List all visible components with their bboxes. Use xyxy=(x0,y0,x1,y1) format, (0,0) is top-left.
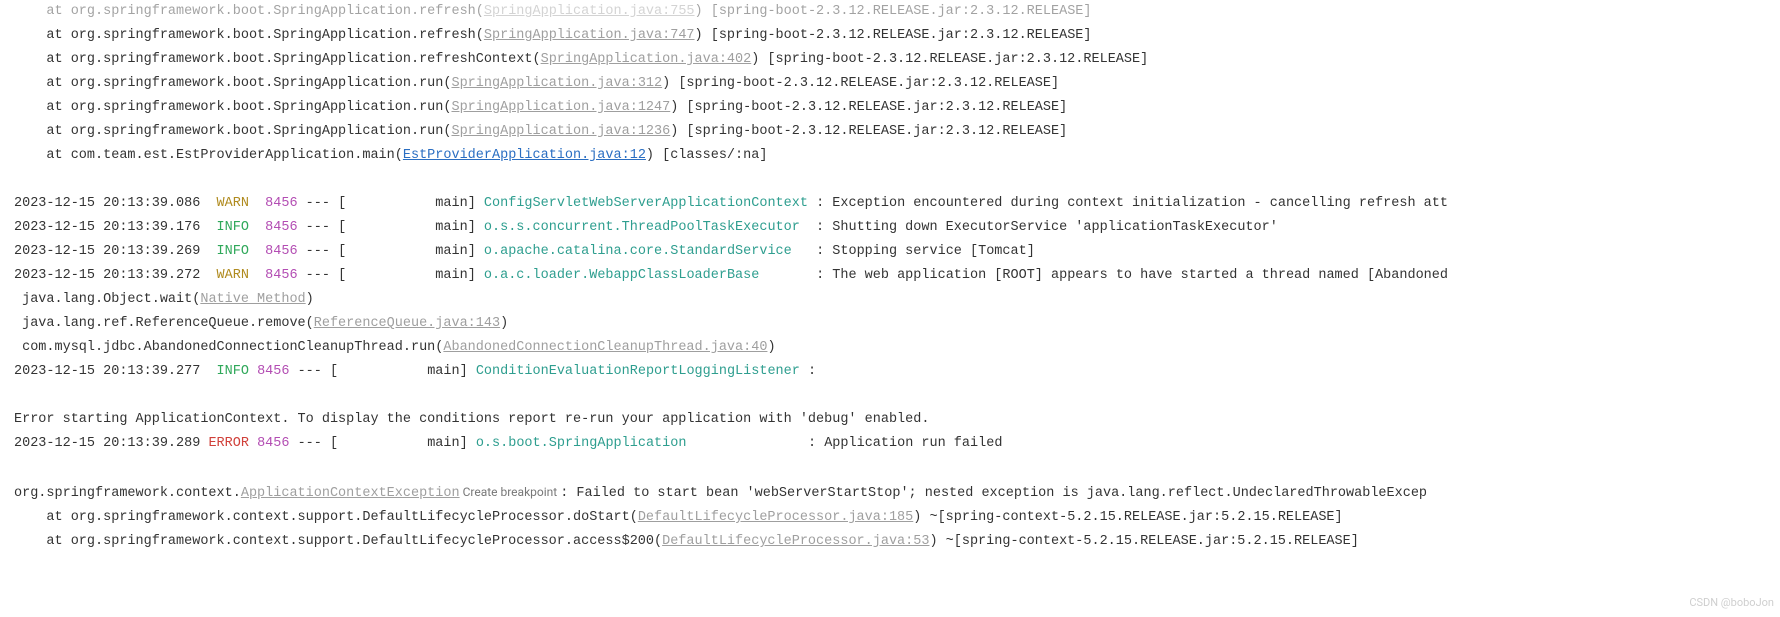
pid: 8456 xyxy=(265,268,297,283)
create-breakpoint[interactable]: Create breakpoint xyxy=(460,485,561,499)
source-link[interactable]: SpringApplication.java:1236 xyxy=(451,124,670,139)
source-link[interactable]: SpringApplication.java:402 xyxy=(541,52,752,67)
source-link[interactable]: SpringApplication.java:1247 xyxy=(451,100,670,115)
exception-line: org.springframework.context.ApplicationC… xyxy=(14,480,1780,506)
log-line: 2023-12-15 20:13:39.176 INFO 8456 --- [ … xyxy=(14,216,1780,240)
logger-class: o.s.s.concurrent.ThreadPoolTaskExecutor xyxy=(484,220,800,235)
stack-frame: at org.springframework.boot.SpringApplic… xyxy=(14,48,1780,72)
console-log: at org.springframework.boot.SpringApplic… xyxy=(0,0,1780,554)
stack-frame: com.mysql.jdbc.AbandonedConnectionCleanu… xyxy=(14,336,1780,360)
logger-class: o.a.c.loader.WebappClassLoaderBase xyxy=(484,268,759,283)
log-level: WARN xyxy=(217,196,249,211)
source-link[interactable]: SpringApplication.java:755 xyxy=(484,4,695,19)
source-link[interactable]: DefaultLifecycleProcessor.java:53 xyxy=(662,534,929,549)
stack-frame: java.lang.ref.ReferenceQueue.remove(Refe… xyxy=(14,312,1780,336)
stack-frame: java.lang.Object.wait(Native Method) xyxy=(14,288,1780,312)
log-line: 2023-12-15 20:13:39.272 WARN 8456 --- [ … xyxy=(14,264,1780,288)
pid: 8456 xyxy=(265,220,297,235)
stack-frame: at org.springframework.context.support.D… xyxy=(14,506,1780,530)
source-link[interactable]: AbandonedConnectionCleanupThread.java:40 xyxy=(443,340,767,355)
watermark: CSDN @boboJon xyxy=(1689,591,1774,615)
pid: 8456 xyxy=(265,244,297,259)
log-line: 2023-12-15 20:13:39.269 INFO 8456 --- [ … xyxy=(14,240,1780,264)
source-link[interactable]: EstProviderApplication.java:12 xyxy=(403,148,646,163)
pid: 8456 xyxy=(265,196,297,211)
stack-frame: at org.springframework.boot.SpringApplic… xyxy=(14,24,1780,48)
error-intro: Error starting ApplicationContext. To di… xyxy=(14,408,1780,432)
source-link[interactable]: DefaultLifecycleProcessor.java:185 xyxy=(638,510,913,525)
log-level: INFO xyxy=(217,244,249,259)
source-link[interactable]: SpringApplication.java:747 xyxy=(484,28,695,43)
logger-class: ConfigServletWebServerApplicationContext xyxy=(484,196,808,211)
pid: 8456 xyxy=(257,364,289,379)
logger-class: o.apache.catalina.core.StandardService xyxy=(484,244,792,259)
log-line: 2023-12-15 20:13:39.086 WARN 8456 --- [ … xyxy=(14,192,1780,216)
source-link[interactable]: SpringApplication.java:312 xyxy=(451,76,662,91)
source-link[interactable]: ReferenceQueue.java:143 xyxy=(314,316,500,331)
stack-frame: at org.springframework.boot.SpringApplic… xyxy=(14,96,1780,120)
log-line: 2023-12-15 20:13:39.289 ERROR 8456 --- [… xyxy=(14,432,1780,456)
pid: 8456 xyxy=(257,436,289,451)
stack-frame: at org.springframework.boot.SpringApplic… xyxy=(14,0,1780,24)
stack-frame: at org.springframework.context.support.D… xyxy=(14,530,1780,554)
log-level: INFO xyxy=(217,364,249,379)
stack-frame: at org.springframework.boot.SpringApplic… xyxy=(14,120,1780,144)
stack-frame: at com.team.est.EstProviderApplication.m… xyxy=(14,144,1780,168)
logger-class: ConditionEvaluationReportLoggingListener xyxy=(476,364,800,379)
log-line: 2023-12-15 20:13:39.277 INFO 8456 --- [ … xyxy=(14,360,1780,384)
log-level: ERROR xyxy=(208,436,249,451)
log-level: INFO xyxy=(217,220,249,235)
exception-class-link[interactable]: ApplicationContextException xyxy=(241,486,460,501)
log-level: WARN xyxy=(217,268,249,283)
stack-frame: at org.springframework.boot.SpringApplic… xyxy=(14,72,1780,96)
source-link[interactable]: Native Method xyxy=(200,292,305,307)
logger-class: o.s.boot.SpringApplication xyxy=(476,436,687,451)
